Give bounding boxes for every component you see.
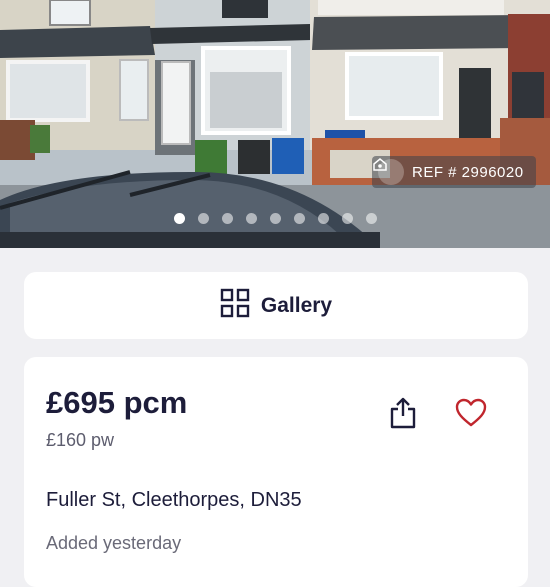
house-eye-icon — [373, 158, 404, 185]
property-address: Fuller St, Cleethorpes, DN35 — [46, 489, 302, 511]
listing-added-date: Added yesterday — [46, 533, 182, 553]
carousel-dot[interactable] — [269, 213, 281, 224]
property-photo[interactable]: REF # 2996020 — [0, 0, 550, 248]
carousel-dot[interactable] — [197, 213, 209, 224]
share-button[interactable] — [386, 397, 420, 433]
photo-carousel-indicators[interactable] — [0, 213, 550, 224]
carousel-dot[interactable] — [221, 213, 233, 224]
carousel-dot[interactable] — [293, 213, 305, 224]
monthly-price: £695 pcm — [46, 385, 188, 420]
reference-number: REF # 2996020 — [412, 163, 524, 181]
favourite-button[interactable] — [454, 398, 488, 433]
share-icon — [388, 396, 418, 435]
heart-icon — [455, 398, 487, 433]
house-photo-illustration — [0, 0, 550, 248]
reference-badge: REF # 2996020 — [372, 156, 536, 188]
carousel-dot[interactable] — [173, 213, 185, 224]
carousel-dot[interactable] — [365, 213, 377, 224]
listing-summary-card: £695 pcm £160 pw Fuller St, Cleethorpes,… — [24, 357, 528, 587]
grid-icon — [220, 288, 250, 323]
gallery-button[interactable]: Gallery — [24, 272, 528, 339]
carousel-dot[interactable] — [317, 213, 329, 224]
carousel-dot[interactable] — [341, 213, 353, 224]
gallery-label: Gallery — [260, 293, 333, 317]
carousel-dot[interactable] — [245, 213, 257, 224]
weekly-price: £160 pw — [46, 430, 115, 450]
